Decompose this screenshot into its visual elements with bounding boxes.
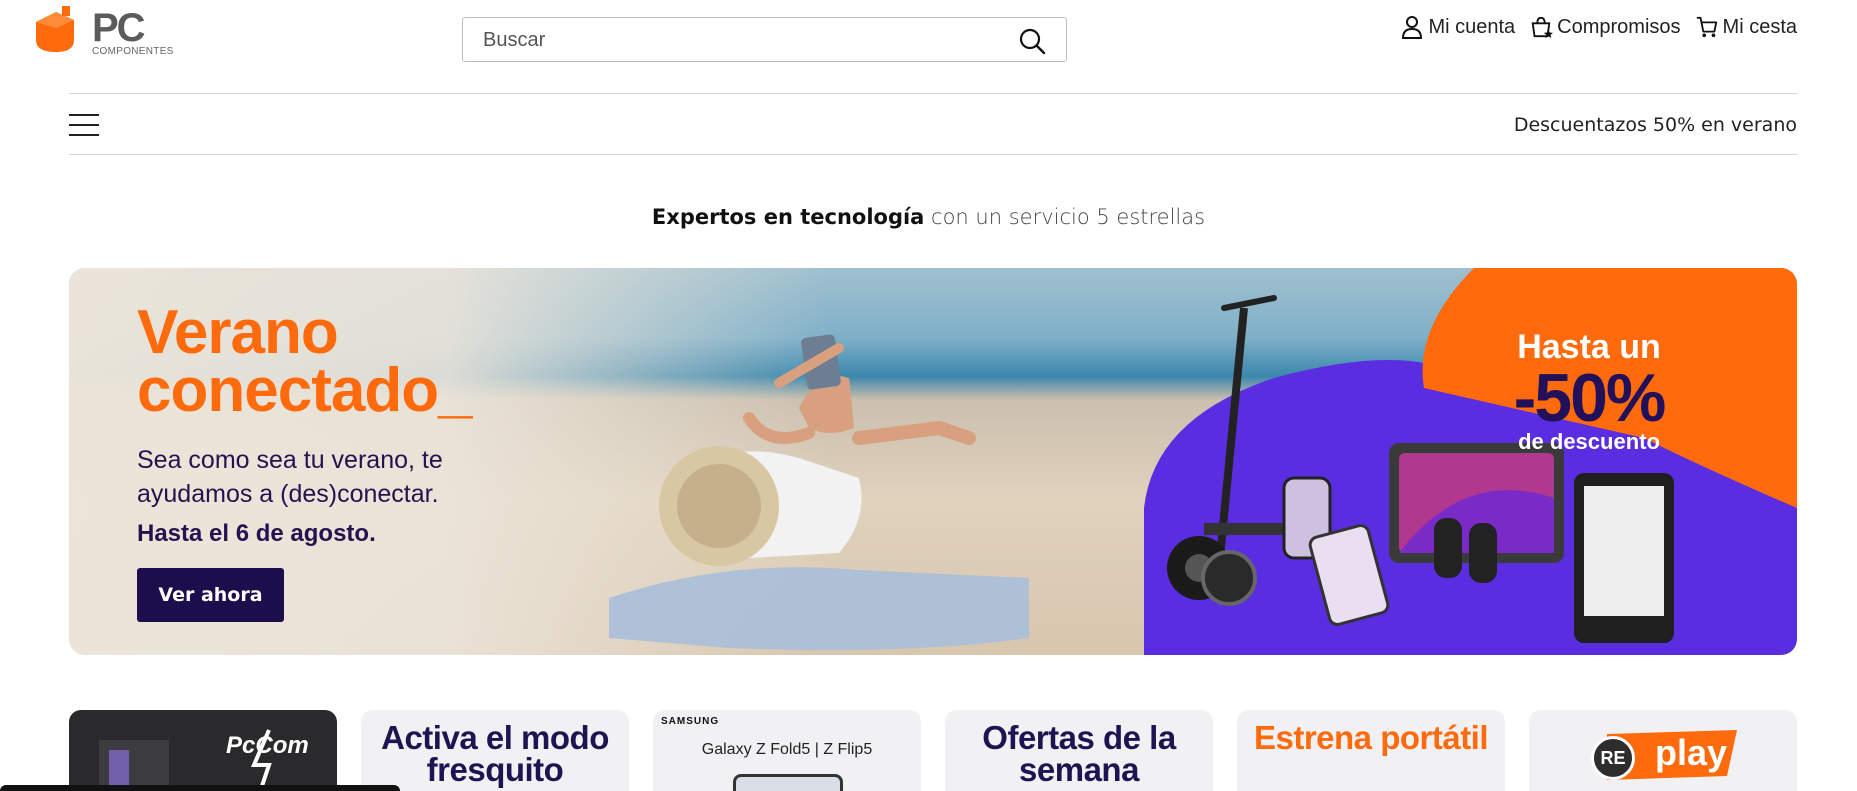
hero-title: Verano conectado_ bbox=[137, 298, 473, 425]
tagline: Expertos en tecnología con un servicio 5… bbox=[0, 205, 1857, 229]
card-pccom[interactable]: PcCom bbox=[69, 710, 337, 791]
card-weekly-offers[interactable]: Ofertas de la semana bbox=[945, 710, 1213, 791]
see-now-button[interactable]: Ver ahora bbox=[137, 568, 284, 622]
card-new-laptop[interactable]: Estrena portátil bbox=[1237, 710, 1505, 791]
my-account-label: Mi cuenta bbox=[1428, 15, 1516, 38]
replay-logo: RE play bbox=[1587, 728, 1737, 782]
bottom-bar bbox=[0, 785, 400, 791]
header-divider bbox=[69, 93, 1797, 94]
replay-re-icon: RE bbox=[1591, 736, 1635, 780]
search-input[interactable] bbox=[483, 26, 1003, 54]
cart-icon bbox=[1696, 16, 1717, 38]
user-nav: Mi cuenta Compromisos Mi cesta bbox=[1400, 14, 1797, 40]
tagline-bold: Expertos en tecnología bbox=[651, 205, 925, 229]
pccomponentes-logo[interactable]: PC COMPONENTES bbox=[34, 6, 184, 58]
shopping-bag-star-icon bbox=[1531, 16, 1554, 39]
site-header: PC COMPONENTES Mi cuenta Compromisos bbox=[0, 0, 1857, 90]
logo-wordmark: PC bbox=[92, 6, 146, 50]
card-samsung-galaxy[interactable]: SAMSUNG Galaxy Z Fold5 | Z Flip5 bbox=[653, 710, 921, 791]
my-account-link[interactable]: Mi cuenta bbox=[1400, 14, 1515, 40]
beach-person-illustration bbox=[609, 334, 1029, 651]
cart-label: Mi cesta bbox=[1722, 15, 1797, 38]
hero-title-line2: conectado_ bbox=[137, 356, 473, 425]
discount-line3: de descuento bbox=[1518, 429, 1660, 454]
discount-badge: Hasta un -50% de descuento bbox=[1479, 328, 1699, 455]
search-icon[interactable] bbox=[1018, 27, 1046, 55]
cart-link[interactable]: Mi cesta bbox=[1695, 14, 1797, 40]
galaxy-z-title: Galaxy Z Fold5 | Z Flip5 bbox=[701, 741, 873, 758]
phone-image bbox=[733, 774, 843, 791]
hero-date: Hasta el 6 de agosto. bbox=[137, 520, 376, 547]
summer-discount-link[interactable]: Descuentazos 50% en verano bbox=[1514, 114, 1797, 136]
devices-promo-panel bbox=[1144, 268, 1797, 655]
logo-icon bbox=[36, 6, 74, 52]
logo-subtext: COMPONENTES bbox=[92, 46, 174, 57]
user-icon bbox=[1402, 16, 1423, 39]
tagline-rest: con un servicio 5 estrellas bbox=[924, 205, 1206, 229]
hero-title-line1: Verano bbox=[137, 298, 339, 367]
hamburger-menu-icon[interactable] bbox=[69, 114, 99, 138]
card-replay[interactable]: RE play bbox=[1529, 710, 1797, 791]
card-weekly-offers-title: Ofertas de la semana bbox=[982, 719, 1176, 788]
replay-text: play bbox=[1655, 732, 1728, 773]
discount-percent: -50% bbox=[1513, 360, 1667, 436]
subnav-divider bbox=[69, 154, 1797, 155]
card-fresh-mode-title: Activa el modo fresquito bbox=[381, 719, 609, 788]
search-box bbox=[462, 17, 1067, 62]
hero-subtitle: Sea como sea tu verano, te ayudamos a (d… bbox=[137, 446, 443, 508]
commitments-link[interactable]: Compromisos bbox=[1529, 14, 1681, 40]
category-cards: PcCom Activa el modo fresquito SAMSUNG G… bbox=[69, 710, 1797, 791]
samsung-logo: SAMSUNG bbox=[661, 716, 720, 727]
hero-banner[interactable]: Verano conectado_ Sea como sea tu verano… bbox=[69, 268, 1797, 655]
pccom-logo: PcCom bbox=[226, 732, 309, 759]
card-fresh-mode[interactable]: Activa el modo fresquito bbox=[361, 710, 629, 791]
card-new-laptop-title: Estrena portátil bbox=[1253, 719, 1489, 756]
commitments-label: Compromisos bbox=[1557, 15, 1681, 38]
